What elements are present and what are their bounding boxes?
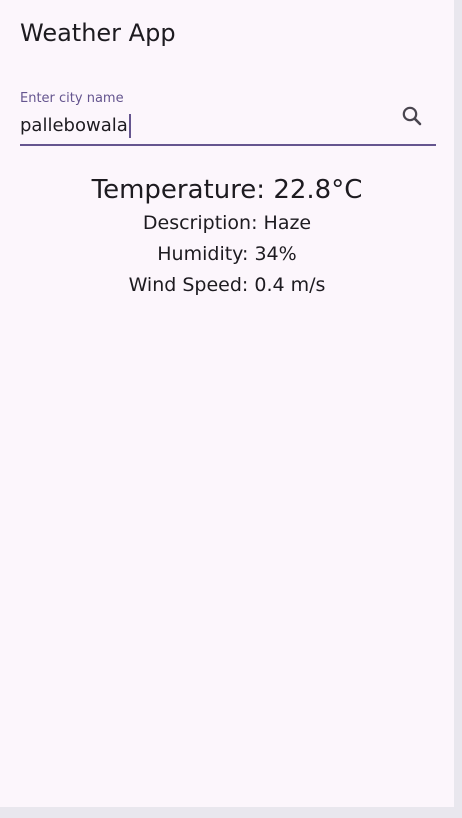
city-input-row[interactable]: pallebowala [20, 112, 390, 140]
city-input-label: Enter city name [20, 91, 124, 106]
search-button[interactable] [398, 102, 426, 130]
input-underline [20, 144, 436, 146]
city-search-field[interactable]: Enter city name pallebowala [20, 90, 436, 146]
weather-results: Temperature: 22.8°C Description: Haze Hu… [0, 172, 454, 301]
page-title: Weather App [20, 19, 176, 47]
wind-speed-text: Wind Speed: 0.4 m/s [128, 274, 326, 296]
city-input[interactable]: pallebowala [20, 114, 128, 138]
app-screen: Weather App Enter city name pallebowala … [0, 0, 454, 807]
humidity-text: Humidity: 34% [157, 243, 297, 265]
temperature-text: Temperature: 22.8°C [91, 175, 363, 205]
description-text: Description: Haze [142, 212, 312, 234]
search-icon [402, 106, 422, 126]
text-cursor [128, 114, 131, 138]
